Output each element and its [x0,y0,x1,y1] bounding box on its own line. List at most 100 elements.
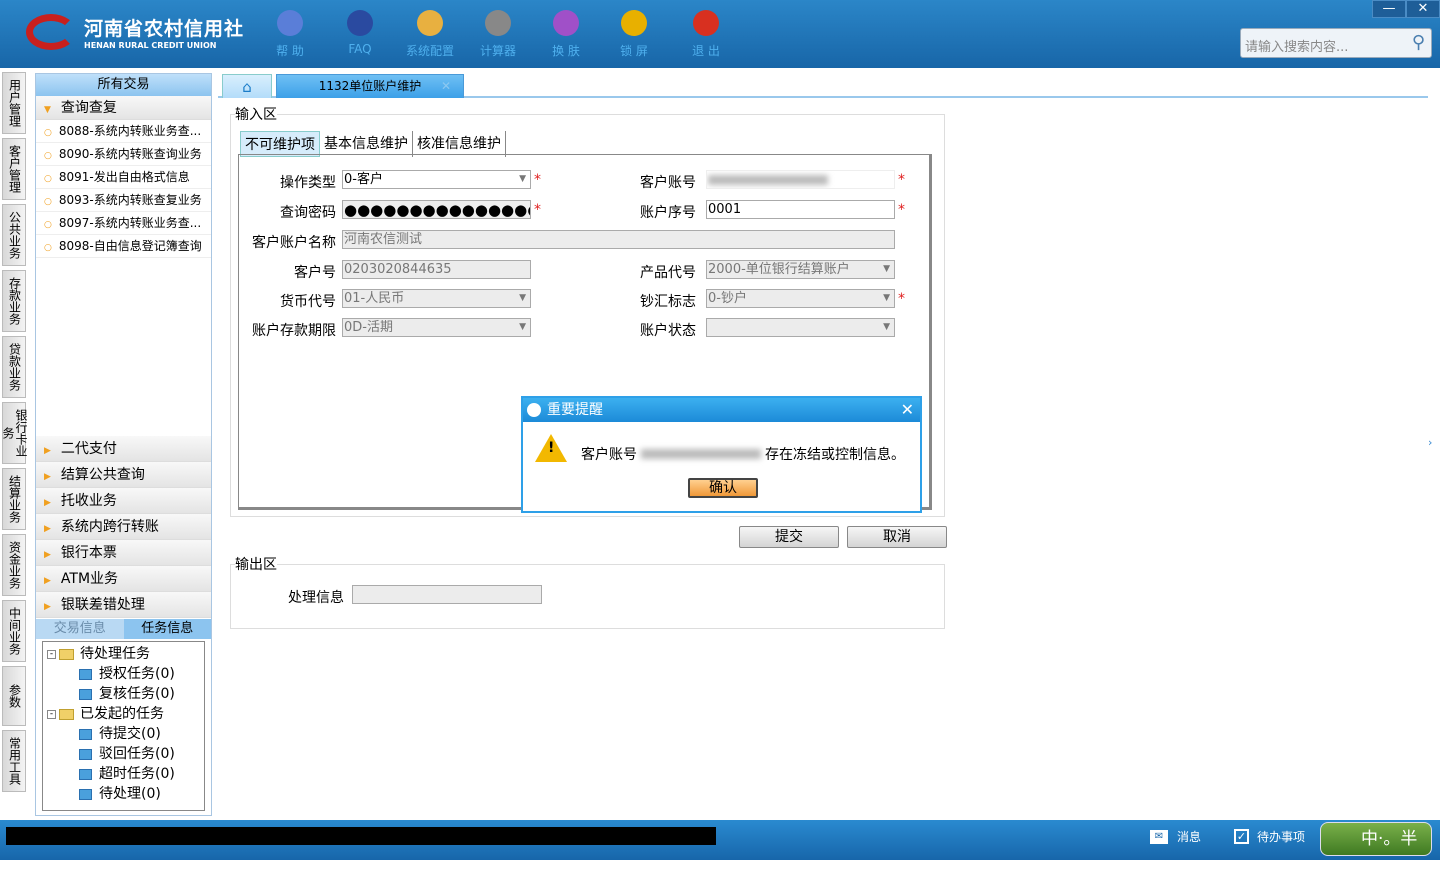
module-tab[interactable]: 常用工具 [2,730,26,792]
module-tab[interactable]: 参数 [2,666,26,726]
module-tab[interactable]: 银行卡业务 [1,402,28,464]
customer-no-label: 客户号 [294,265,336,281]
sidebar-group[interactable]: ▶ 系统内跨行转账 [36,514,211,540]
search-input[interactable]: 请输入搜索内容... ⚲ [1240,28,1432,58]
toolbar-power-button[interactable]: 退 出 [676,10,736,59]
collapse-icon[interactable]: - [47,709,56,719]
module-tab[interactable]: 客户管理 [2,138,26,200]
sidebar-group[interactable]: ▶ 托收业务 [36,488,211,514]
toolbox-icon [417,10,443,36]
toolbar-info-button[interactable]: 帮 助 [260,10,320,59]
process-info-field[interactable] [352,585,542,604]
password-field[interactable]: ●●●●●●●●●●●●●●● [342,200,531,219]
caret-right-icon: ▶ [44,498,51,508]
minimize-button[interactable]: — [1372,0,1406,18]
bullet-icon: ○ [44,220,52,230]
input-area-title: 输入区 [235,107,277,123]
group-label: 二代支付 [60,441,117,457]
account-label: 客户账号 [640,175,696,191]
submit-button[interactable]: 提交 [739,526,839,548]
transaction-item[interactable]: ○ 8090-系统内转账查询业务 [36,143,211,166]
account-name-field[interactable]: 河南农信测试 [342,230,895,249]
module-tab[interactable]: 公共业务 [2,204,26,266]
account-field[interactable] [706,170,895,189]
sidebar-group-open[interactable]: ▼ 查询查复 [36,96,211,120]
blurred-account [641,449,761,459]
tree-label: 驳回任务(0) [99,746,175,762]
status-select[interactable]: ▼ [706,318,895,337]
module-tab[interactable]: 结算业务 [2,468,26,530]
transaction-item[interactable]: ○ 8098-自由信息登记簿查询 [36,235,211,258]
required-mark: * [898,202,905,218]
toolbar-calculator-button[interactable]: 计算器 [468,10,528,59]
tab-account-maintenance[interactable]: 1132单位账户维护 ✕ [276,74,464,98]
search-placeholder: 请输入搜索内容... [1245,40,1349,55]
task-icon [79,728,92,740]
tree-node[interactable]: - 待处理任务 [47,644,200,664]
toolbar-question-button[interactable]: FAQ [330,10,390,56]
tree-node[interactable]: - 已发起的任务 [47,704,200,724]
confirm-button[interactable]: 确认 [688,478,758,498]
seq-value: 0001 [708,202,742,217]
password-value: ●●●●●●●●●●●●●●● [344,201,531,219]
term-select[interactable]: 0D-活期 ▼ [342,318,531,337]
product-select[interactable]: 2000-单位银行结算账户 ▼ [706,260,895,279]
seq-field[interactable]: 0001 [706,200,895,219]
currency-select[interactable]: 01-人民币 ▼ [342,289,531,308]
cancel-button[interactable]: 取消 [847,526,947,548]
tree-node[interactable]: 超时任务(0) [47,764,200,784]
messages-label: 消息 [1177,830,1202,844]
transaction-item[interactable]: ○ 8091-发出自由格式信息 [36,166,211,189]
home-icon: ⌂ [242,78,252,96]
sidebar-group[interactable]: ▶ 银联差错处理 [36,592,211,618]
op-type-select[interactable]: 0-客户 ▼ [342,170,531,189]
tree-node[interactable]: 驳回任务(0) [47,744,200,764]
tab-transaction-info[interactable]: 交易信息 [36,619,124,639]
search-icon[interactable]: ⚲ [1412,32,1425,53]
collapse-handle[interactable]: › [1428,420,1440,466]
tree-node[interactable]: 授权任务(0) [47,664,200,684]
group-label: 银联差错处理 [60,597,145,613]
collapse-icon[interactable]: - [47,649,56,659]
chevron-down-icon: ▼ [883,293,890,303]
seq-label: 账户序号 [640,205,696,221]
module-tab[interactable]: 存款业务 [2,270,26,332]
sidebar-group[interactable]: ▶ 银行本票 [36,540,211,566]
group-label: 银行本票 [60,545,117,561]
lock-icon [621,10,647,36]
tree-node[interactable]: 待处理(0) [47,784,200,804]
customer-no-field[interactable]: 0203020844635 [342,260,531,279]
logo-subtitle: HENAN RURAL CREDIT UNION [84,41,217,50]
transaction-item[interactable]: ○ 8088-系统内转账业务查... [36,120,211,143]
messages-button[interactable]: ✉ 消息 [1150,828,1201,845]
todo-button[interactable]: ✓ 待办事项 [1234,828,1305,845]
toolbar-shirt-button[interactable]: 换 肤 [536,10,596,59]
bullet-icon: ○ [44,243,52,253]
module-tab[interactable]: 用户管理 [2,72,26,134]
group-label: 查询查复 [60,100,117,116]
sidebar-group[interactable]: ▶ 二代支付 [36,436,211,462]
account-name-label: 客户账户名称 [252,235,336,251]
module-tab[interactable]: 中间业务 [2,600,26,662]
close-window-button[interactable]: ✕ [1406,0,1440,18]
toolbar-toolbox-button[interactable]: 系统配置 [400,10,460,59]
transaction-item[interactable]: ○ 8093-系统内转账查复业务 [36,189,211,212]
bullet-icon: ○ [44,174,52,184]
ime-indicator[interactable]: 中·。半简 [1320,822,1432,881]
toolbar-label: 帮 助 [276,44,304,58]
sidebar-group[interactable]: ▶ ATM业务 [36,566,211,592]
sidebar-title[interactable]: 所有交易 [36,74,211,96]
close-tab-icon[interactable]: ✕ [441,75,451,97]
cash-flag-select[interactable]: 0-钞户 ▼ [706,289,895,308]
module-tab[interactable]: 资金业务 [2,534,26,596]
module-tab[interactable]: 贷款业务 [2,336,26,398]
toolbar-lock-button[interactable]: 锁 屏 [604,10,664,59]
tree-node[interactable]: 待提交(0) [47,724,200,744]
tree-node[interactable]: 复核任务(0) [47,684,200,704]
sidebar-group[interactable]: ▶ 结算公共查询 [36,462,211,488]
todo-label: 待办事项 [1257,830,1306,844]
transaction-item[interactable]: ○ 8097-系统内转账业务查... [36,212,211,235]
close-dialog-icon[interactable]: ✕ [901,398,914,422]
home-tab[interactable]: ⌂ [222,74,272,98]
tab-task-info[interactable]: 任务信息 [123,619,211,639]
